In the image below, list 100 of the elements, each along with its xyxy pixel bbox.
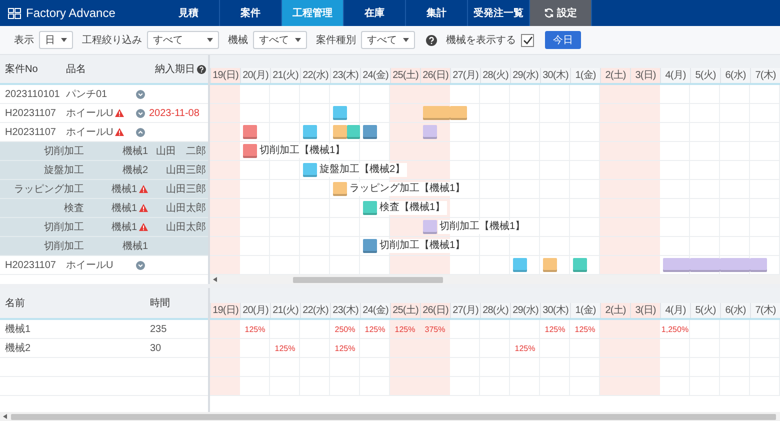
- table-cell-text: 切削加工: [43, 220, 84, 234]
- load-percent: 250%: [334, 324, 356, 334]
- select-field[interactable]: すべて: [147, 31, 219, 49]
- load-percent: 125%: [574, 324, 596, 334]
- task-bar[interactable]: [303, 163, 316, 177]
- task-bar[interactable]: [363, 125, 376, 139]
- table-cell-text: 切削加工: [43, 240, 84, 253]
- task-label: 検査【機械1】: [378, 201, 448, 215]
- date-header: 21(火): [270, 303, 300, 318]
- table-cell-text: 山田太郎: [165, 220, 207, 234]
- column-header: 品名: [65, 63, 87, 76]
- table-cell-text: 旋盤加工: [43, 164, 84, 177]
- scrollbar-thumb[interactable]: [11, 414, 776, 420]
- table-cell-text: 2023110101: [4, 88, 61, 100]
- select-field[interactable]: すべて: [361, 31, 415, 49]
- today-button[interactable]: 今日: [545, 31, 581, 49]
- task-bar[interactable]: [333, 125, 346, 139]
- date-header: 5(火): [690, 303, 720, 318]
- table-cell-text: 機械1: [4, 322, 32, 336]
- load-percent: 125%: [244, 324, 266, 334]
- date-header: 6(水): [720, 68, 750, 83]
- task-bar[interactable]: [303, 125, 316, 139]
- task-bar[interactable]: [333, 106, 346, 120]
- checkbox-label: 機械を表示する: [446, 34, 516, 47]
- table-cell-text: ラッピング加工: [13, 182, 84, 196]
- load-percent: 125%: [364, 324, 386, 334]
- table-cell-text: 山田三郎: [165, 164, 207, 177]
- select-field[interactable]: 日: [39, 31, 73, 49]
- date-header: 27(月): [450, 303, 480, 318]
- load-percent: 375%: [424, 324, 446, 334]
- date-header: 28(火): [480, 68, 510, 83]
- task-bar[interactable]: [573, 258, 586, 272]
- table-cell-text: ホイールU: [66, 126, 114, 139]
- task-bar[interactable]: [363, 201, 376, 215]
- date-header: 7(木): [750, 68, 780, 83]
- date-header: 2(土): [600, 303, 630, 318]
- date-header: 23(木): [330, 303, 360, 318]
- task-bar[interactable]: [423, 125, 436, 139]
- date-header: 25(土): [390, 68, 420, 83]
- date-header: 2(土): [600, 68, 630, 83]
- table-cell-text: 機械1: [111, 182, 137, 196]
- task-bar[interactable]: [750, 258, 766, 272]
- refresh-icon: [544, 8, 554, 18]
- table-cell-text: 検査: [63, 202, 84, 215]
- load-percent: 1,250%: [661, 324, 689, 334]
- load-percent: 125%: [514, 344, 536, 352]
- field-label: 案件種別: [316, 34, 356, 47]
- date-header: 25(土): [390, 303, 420, 318]
- task-bar[interactable]: [363, 239, 376, 253]
- task-bar[interactable]: [450, 106, 466, 120]
- task-bar[interactable]: [423, 220, 436, 234]
- table-cell-text: 機械1: [111, 220, 137, 234]
- table-cell-text: パンチ01: [66, 88, 108, 101]
- help-icon[interactable]: [197, 64, 206, 74]
- date-header: 28(火): [480, 303, 510, 318]
- table-cell-text: 30: [150, 342, 162, 354]
- date-header: 23(木): [330, 68, 360, 83]
- caret-icon: [403, 38, 409, 42]
- date-header: 1(金): [570, 303, 600, 318]
- caret-icon: [207, 38, 213, 42]
- scroll-left-icon[interactable]: [3, 414, 7, 419]
- field-label: 表示: [14, 34, 34, 47]
- date-header: 5(火): [690, 68, 720, 83]
- load-percent: 125%: [334, 344, 356, 352]
- table-cell-text: 切削加工: [43, 144, 84, 158]
- task-bar[interactable]: [543, 258, 556, 272]
- help-icon[interactable]: [426, 34, 437, 46]
- scroll-left-icon[interactable]: [213, 277, 217, 282]
- table-cell-text: H20231107: [4, 108, 57, 118]
- field-label: 工程絞り込み: [82, 34, 142, 47]
- table-cell-text: 235: [150, 324, 168, 334]
- chevron-icon[interactable]: [136, 108, 145, 118]
- caret-icon: [61, 38, 67, 42]
- checkbox[interactable]: [521, 34, 534, 46]
- task-bar[interactable]: [423, 106, 450, 120]
- table-cell-text: 機械1: [122, 144, 148, 158]
- scrollbar-thumb[interactable]: [293, 276, 443, 282]
- task-bar[interactable]: [346, 125, 360, 139]
- table-cell-text: 山田 二郎: [155, 144, 207, 158]
- column-header: 納入期日: [155, 62, 195, 76]
- task-bar[interactable]: [513, 258, 526, 272]
- task-bar[interactable]: [333, 182, 346, 196]
- task-bar[interactable]: [243, 125, 256, 139]
- chevron-icon[interactable]: [136, 128, 145, 136]
- task-bar[interactable]: [663, 258, 690, 272]
- chevron-icon[interactable]: [136, 90, 145, 98]
- table-cell-text: ホイールU: [66, 107, 114, 120]
- horizontal-scrollbar[interactable]: [210, 275, 780, 284]
- load-percent: 125%: [544, 324, 566, 334]
- date-header: 27(月): [450, 68, 480, 83]
- due-date: 2023-11-08: [149, 108, 200, 118]
- table-cell-text: ホイールU: [66, 259, 114, 272]
- chevron-icon[interactable]: [136, 260, 145, 270]
- date-header: 22(水): [300, 303, 330, 318]
- select-field[interactable]: すべて: [253, 31, 307, 49]
- horizontal-scrollbar[interactable]: [0, 412, 780, 421]
- date-header: 22(水): [300, 68, 330, 83]
- task-bar[interactable]: [243, 144, 256, 158]
- nav-tab[interactable]: 設定: [530, 0, 592, 26]
- date-header: 6(水): [720, 303, 750, 318]
